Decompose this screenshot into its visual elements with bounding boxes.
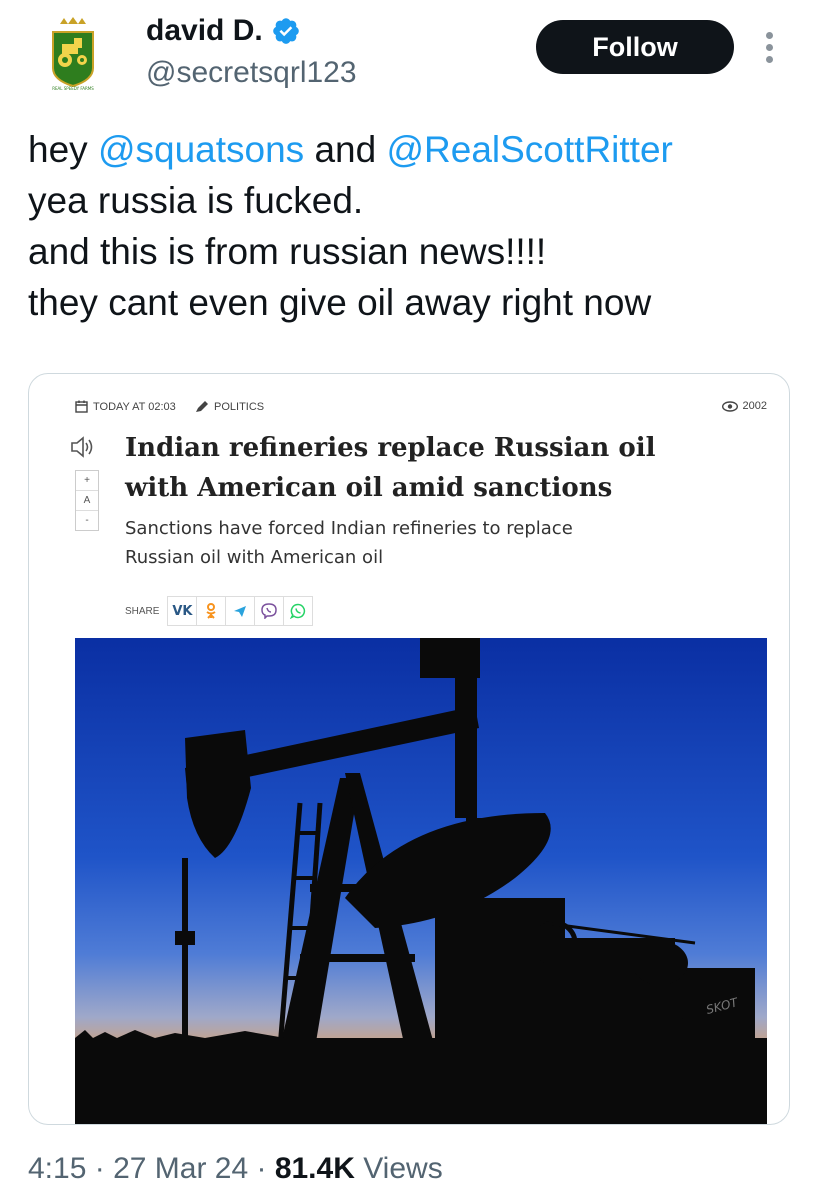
tweet-date[interactable]: 27 Mar 24 [113, 1152, 248, 1185]
verified-badge-icon [272, 18, 299, 44]
article-subtitle: Sanctions have forced Indian refineries … [125, 518, 573, 568]
tweet-line-4: they cant even give oil away right now [28, 282, 652, 323]
article-views: 2002 [721, 400, 767, 412]
share-row: SHARE VK [125, 596, 314, 626]
tweet-time[interactable]: 4:15 [28, 1152, 86, 1185]
display-name-text: david D. [146, 14, 263, 47]
font-reset-button[interactable]: A [76, 491, 98, 511]
mention-link[interactable]: @squatsons [98, 129, 304, 170]
article-date: TODAY AT 02:03 [75, 400, 176, 413]
tweet-footer: 4:15 · 27 Mar 24 · 81.4K Views [28, 1152, 443, 1185]
article-headline: Indian refineries replace Russian oil wi… [125, 433, 656, 503]
eye-icon [721, 400, 738, 412]
calendar-icon [75, 400, 88, 413]
article-photo[interactable]: SKOT [75, 638, 767, 1124]
share-label: SHARE [125, 605, 160, 617]
whatsapp-icon[interactable] [284, 597, 312, 625]
user-handle[interactable]: @secretsqrl123 [146, 56, 357, 90]
follow-button[interactable]: Follow [536, 20, 734, 74]
vk-icon[interactable]: VK [168, 597, 198, 625]
odnoklassniki-icon[interactable] [197, 597, 227, 625]
attached-media-card[interactable]: TODAY AT 02:03 POLITICS 2002 + A - India… [28, 373, 790, 1125]
share-icons: VK [167, 596, 314, 626]
tweet-line-3: and this is from russian news!!!! [28, 231, 547, 272]
views-count[interactable]: 81.4K [275, 1152, 355, 1185]
speaker-icon[interactable] [69, 434, 97, 460]
telegram-icon[interactable] [226, 597, 256, 625]
mention-link[interactable]: @RealScottRitter [386, 129, 672, 170]
tweet-line-1: hey @squatsons and @RealScottRitter [28, 129, 673, 170]
font-increase-button[interactable]: + [76, 471, 98, 491]
article-category[interactable]: POLITICS [195, 400, 264, 413]
font-size-controls: + A - [75, 470, 99, 531]
font-decrease-button[interactable]: - [76, 511, 98, 530]
tweet-text: hey @squatsons and @RealScottRitter yea … [28, 124, 798, 328]
avatar-caption: REAL SPEEDY FARMS [52, 86, 94, 91]
views-label: Views [354, 1152, 443, 1185]
tweet-line-2: yea russia is fucked. [28, 180, 364, 221]
article-meta: TODAY AT 02:03 POLITICS 2002 [75, 398, 767, 416]
more-vertical-icon[interactable] [762, 32, 776, 63]
display-name[interactable]: david D. [146, 14, 301, 48]
pen-icon [196, 401, 208, 412]
viber-icon[interactable] [255, 597, 285, 625]
avatar[interactable]: REAL SPEEDY FARMS [50, 14, 96, 92]
